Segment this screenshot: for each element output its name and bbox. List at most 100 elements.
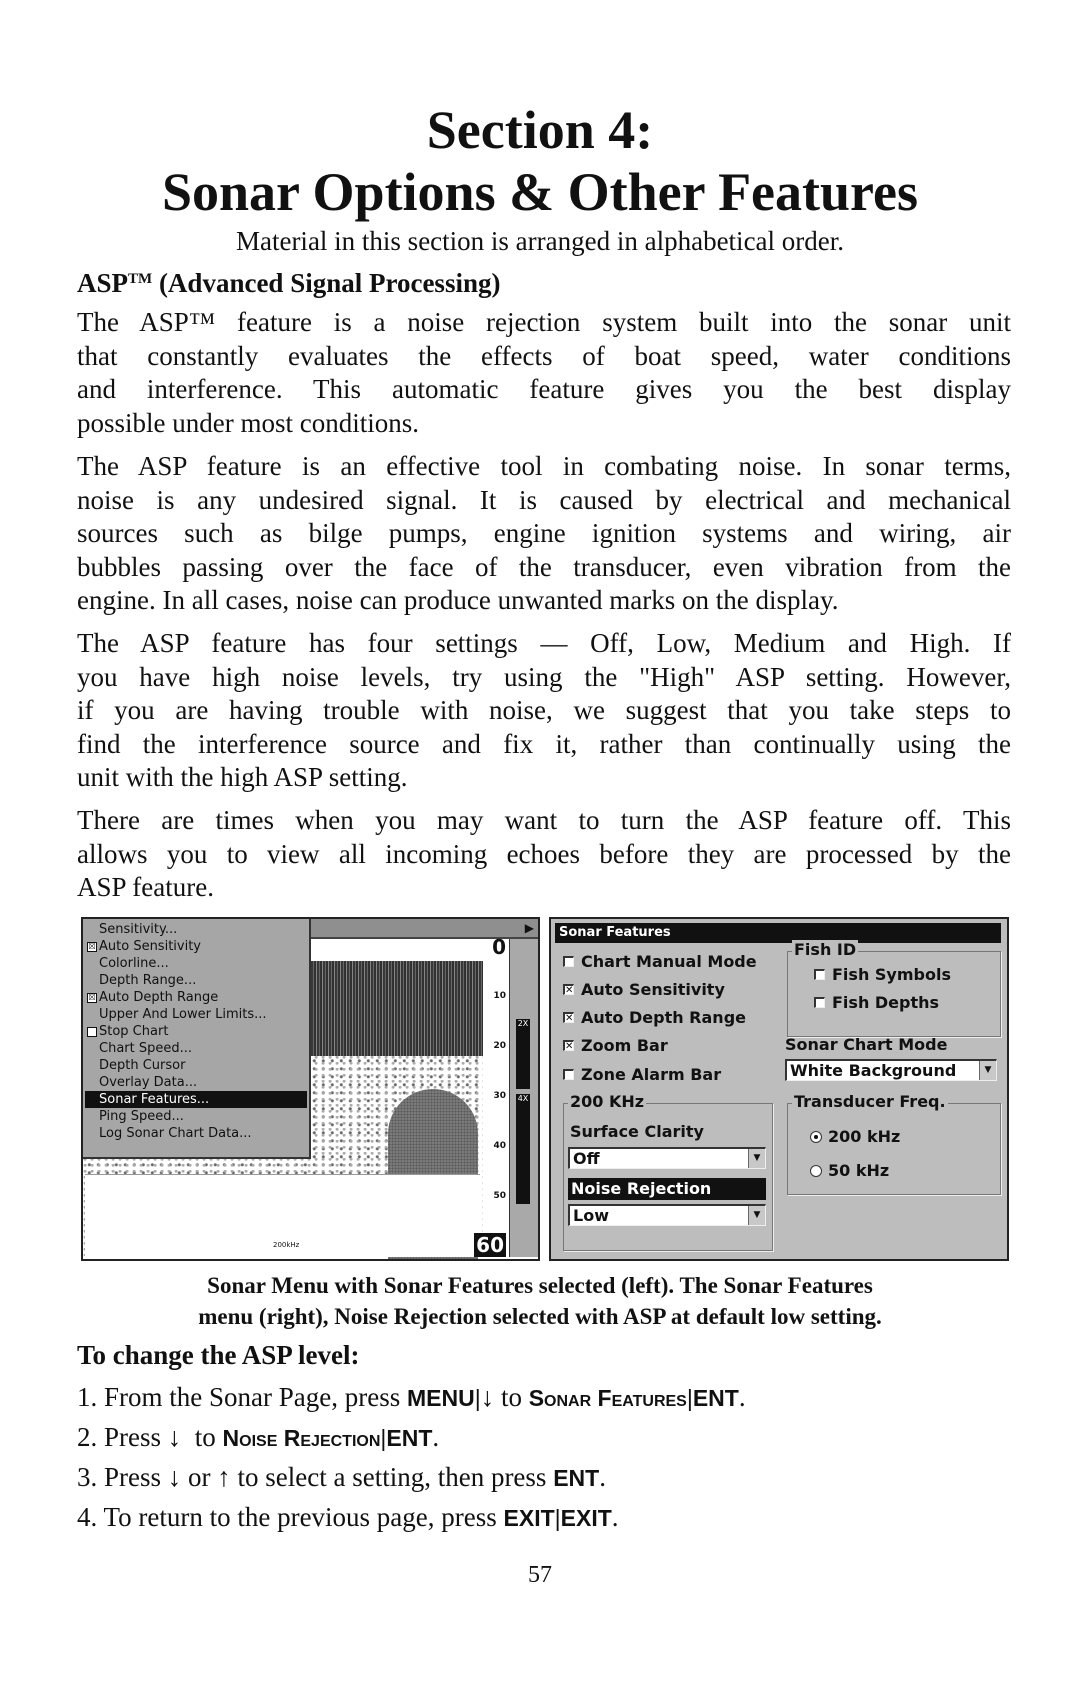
text-line: and interference. This automatic feature… [77,374,1011,404]
menu-item-overlay-data[interactable]: Overlay Data... [85,1074,307,1091]
group-label: Transducer Freq. [792,1092,948,1112]
checkbox-auto-depth-range[interactable]: ✕ Auto Depth Range [561,1007,746,1029]
menu-item-sensitivity[interactable]: Sensitivity... [85,921,307,938]
depth-label-40: 40 [493,1141,506,1151]
checkbox-zone-alarm-bar[interactable]: Zone Alarm Bar [561,1064,721,1086]
checkbox-unchecked-icon[interactable] [563,1069,574,1080]
key-ent: ENT [553,1465,600,1491]
chevron-down-icon[interactable]: ▼ [748,1206,765,1225]
radio-selected-icon[interactable] [810,1131,822,1143]
checkbox-label: Chart Manual Mode [581,952,757,971]
sonar-chart-mode-dropdown[interactable]: White Background ▼ [785,1059,997,1081]
text-line: allows you to view all incoming echoes b… [77,838,1011,869]
menu-item-upper-lower-limits[interactable]: Upper And Lower Limits... [85,1006,307,1023]
zoom-segment-4x[interactable]: 4X [516,1094,530,1204]
checkbox-unchecked-icon[interactable] [814,997,825,1008]
text-line: There are times when you may want to tur… [77,805,1011,835]
zoom-segment-2x[interactable]: 2X [516,1019,530,1089]
checkbox-label: Fish Symbols [832,965,951,984]
checkbox-checked-icon[interactable]: ✕ [563,1040,574,1052]
menu-item-colorline[interactable]: Colorline... [85,955,307,972]
radio-label: 200 kHz [828,1127,901,1146]
zoom-label: 2X [517,1019,529,1028]
chevron-down-icon[interactable]: ▼ [979,1061,996,1080]
arrow-down-icon: ↓ [167,1462,182,1492]
menu-item-label: Auto Depth Range [99,990,219,1005]
step-text: . [599,1462,606,1492]
menu-item-chart-speed[interactable]: Chart Speed... [85,1040,307,1057]
asp-paragraph-3: The ASP feature has four settings — Off,… [77,627,1011,795]
radio-200khz[interactable]: 200 kHz [808,1126,900,1148]
step-text: To return to the previous page, press [103,1502,504,1532]
depth-label-0: 0 [492,935,506,959]
menu-item-depth-cursor[interactable]: Depth Cursor [85,1057,307,1074]
section-subtitle: Sonar Options & Other Features [161,162,919,222]
chevron-down-icon[interactable]: ▼ [748,1149,765,1168]
step-text: to [494,1382,529,1412]
checkbox-zoom-bar[interactable]: ✕ Zoom Bar [561,1035,668,1057]
figure-caption-line-1: Sonar Menu with Sonar Features selected … [207,1273,873,1298]
depth-label-10: 10 [493,991,506,1001]
menu-item-label: Stop Chart [99,1024,169,1039]
menu-item-label: Chart Speed... [99,1041,193,1056]
radio-50khz[interactable]: 50 kHz [808,1160,889,1182]
figure-caption-line-2: menu (right), Noise Rejection selected w… [198,1304,882,1329]
checkbox-chart-manual-mode[interactable]: Chart Manual Mode [561,951,757,973]
checkbox-unchecked-icon[interactable] [87,1027,97,1037]
asp-paragraph-1: The ASP™ feature is a noise rejection sy… [77,306,1011,440]
menu-item-sonar-features[interactable]: Sonar Features... [85,1091,307,1108]
transducer-freq-group: Transducer Freq. 200 kHz 50 kHz [787,1092,1001,1195]
text-line: sources such as bilge pumps, engine igni… [77,518,1011,548]
key-exit: EXIT [560,1505,612,1531]
checkbox-checked-icon[interactable]: ✕ [563,1012,574,1024]
checkbox-label: Zone Alarm Bar [581,1065,722,1084]
text-line: The ASP feature is an effective tool in … [77,451,1011,481]
section-title: Section 4: [426,100,654,160]
text-line: possible under most conditions. [77,407,419,438]
checkbox-auto-sensitivity[interactable]: ✕ Auto Sensitivity [561,979,725,1001]
group-label: 200 KHz [568,1092,647,1112]
step-text: . [611,1502,619,1532]
manual-page: Section 4: Sonar Options & Other Feature… [0,0,1080,1682]
sonar-chart-mode-label: Sonar Chart Mode [785,1035,948,1054]
checkbox-label: Auto Depth Range [581,1008,746,1027]
checkbox-checked-icon[interactable]: ☒ [87,942,97,952]
group-label: Fish ID [792,940,859,960]
checkbox-label: Fish Depths [832,993,940,1012]
menu-item-ping-speed[interactable]: Ping Speed... [85,1108,307,1125]
text-line: ASP feature. [77,872,214,902]
menu-item-label: Depth Cursor [99,1058,186,1073]
checkbox-fish-depths[interactable]: Fish Depths [812,992,939,1014]
noise-rejection-label-selected[interactable]: Noise Rejection [568,1178,766,1200]
menu-item-depth-range[interactable]: Depth Range... [85,972,307,989]
step-number: 2. [77,1422,104,1452]
depth-label-20: 20 [493,1041,506,1051]
noise-rejection-dropdown[interactable]: Low ▼ [568,1204,766,1226]
step-number: 4. [77,1502,104,1532]
radio-unselected-icon[interactable] [810,1165,822,1177]
checkbox-unchecked-icon[interactable] [563,956,574,967]
menu-item-stop-chart[interactable]: Stop Chart [85,1023,307,1040]
arrow-up-icon: ↑ [217,1462,231,1492]
freq-200khz-group: 200 KHz Surface Clarity Off ▼ Noise Reje… [563,1092,773,1251]
text-line: unit with the high ASP setting. [77,762,408,792]
text-line: that constantly evaluates the effects of… [77,340,1011,371]
arrow-down-icon: ↓ [167,1422,182,1452]
asp-paragraph-4: There are times when you may want to tur… [77,804,1011,905]
menu-item-auto-sensitivity[interactable]: ☒ Auto Sensitivity [85,938,307,955]
checkbox-checked-icon[interactable]: ☒ [87,993,97,1003]
text-line: bubbles passing over the face of the tra… [77,551,1011,582]
checkbox-unchecked-icon[interactable] [814,969,825,980]
surface-clarity-dropdown[interactable]: Off ▼ [568,1147,766,1169]
zoom-label: 4X [517,1094,529,1103]
menu-item-log-sonar-chart-data[interactable]: Log Sonar Chart Data... [85,1125,307,1142]
text-line: The ASP feature has four settings — Off,… [77,628,1011,658]
step-text: From the Sonar Page, press [104,1382,407,1412]
checkbox-fish-symbols[interactable]: Fish Symbols [812,964,951,986]
checkbox-label: Auto Sensitivity [581,980,725,999]
zoom-bar[interactable]: 2X 4X [509,939,538,1257]
section-intro: Material in this section is arranged in … [235,226,845,256]
menu-item-auto-depth-range[interactable]: ☒ Auto Depth Range [85,989,307,1006]
checkbox-checked-icon[interactable]: ✕ [563,984,574,996]
page-number: 57 [528,1562,552,1588]
